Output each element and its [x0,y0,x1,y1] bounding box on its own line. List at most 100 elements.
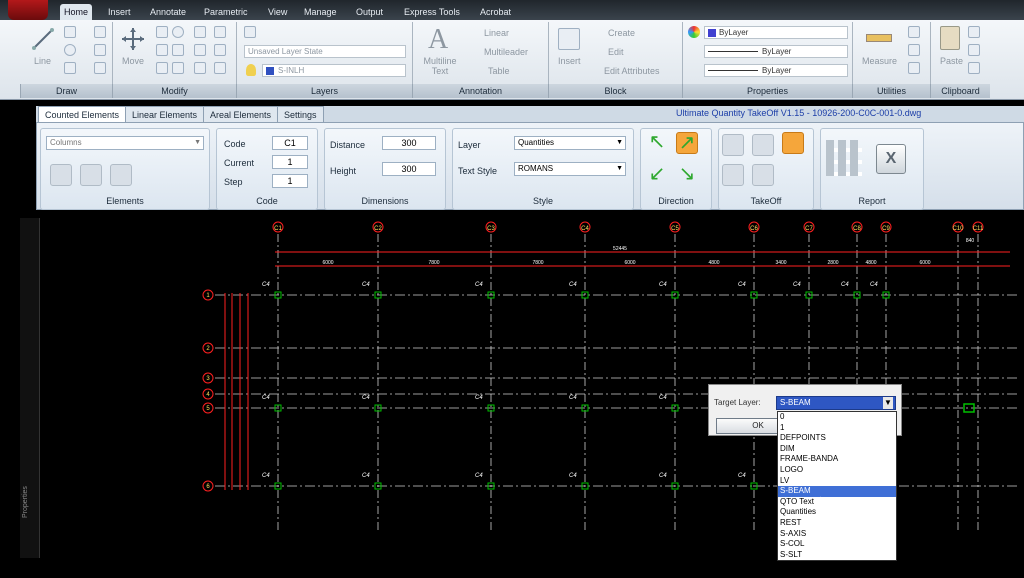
pick-icon[interactable] [722,134,744,156]
pencil-icon[interactable] [752,164,774,186]
properties-palette-bar[interactable]: Properties [20,218,40,558]
tab-home[interactable]: Home [60,4,93,20]
current-input[interactable]: 1 [272,155,308,169]
circle-icon[interactable] [64,44,76,56]
height-input[interactable]: 300 [382,162,436,176]
current-layer-select[interactable]: S-INLH [262,64,406,77]
id-point-icon[interactable] [908,44,920,56]
edit-block-label[interactable]: Edit [608,47,624,57]
insert-block-icon[interactable] [558,28,580,50]
panel-layers[interactable]: Layers [236,84,412,98]
panel-utilities[interactable]: Utilities [852,84,930,98]
tab-areal-elements[interactable]: Areal Elements [203,106,279,122]
copy-element-icon[interactable] [110,164,132,186]
layer-option[interactable]: S-BEAM [778,486,896,497]
cut-icon[interactable] [968,26,980,38]
layer-option[interactable]: FRAME-BANDA [778,454,896,465]
move-tool[interactable] [120,26,146,52]
layer-option[interactable]: LV [778,476,896,487]
layer-properties-icon[interactable] [244,26,256,38]
target-layer-select[interactable]: S-BEAM ▼ [776,396,896,410]
panel-clipboard[interactable]: Clipboard [930,84,990,98]
layer-option[interactable]: DIM [778,444,896,455]
panel-properties[interactable]: Properties [682,84,852,98]
tab-view[interactable]: View [264,4,291,20]
layer-option[interactable]: S-SLT [778,550,896,560]
measure-icon[interactable] [866,34,892,42]
rectangle-icon[interactable] [94,26,106,38]
panel-block[interactable]: Block [548,84,682,98]
layer-select[interactable]: Quantities ▼ [514,136,626,150]
scale-icon[interactable] [172,62,184,74]
explode-icon[interactable] [194,44,206,56]
fillet-icon[interactable] [172,44,184,56]
rotate-icon[interactable] [172,26,184,38]
tab-insert[interactable]: Insert [104,4,135,20]
arrow-down-left-icon[interactable]: ↙ [646,164,668,186]
tab-parametric[interactable]: Parametric [200,4,252,20]
layer-state-select[interactable]: Unsaved Layer State [244,45,406,58]
layer-option[interactable]: LOGO [778,465,896,476]
layer-option[interactable]: 1 [778,423,896,434]
code-input[interactable]: C1 [272,136,308,150]
trim-icon[interactable] [194,26,206,38]
erase-icon[interactable] [214,44,226,56]
step-input[interactable]: 1 [272,174,308,188]
linear-dim-label[interactable]: Linear [484,28,509,38]
mirror-icon[interactable] [156,44,168,56]
tab-settings[interactable]: Settings [277,106,324,122]
element-type-select[interactable]: Columns ▼ [46,136,204,150]
layer-option[interactable]: Quantities [778,507,896,518]
edit-element-icon[interactable] [80,164,102,186]
match-prop-clip-icon[interactable] [968,62,980,74]
paste-icon[interactable] [940,26,960,50]
tab-linear-elements[interactable]: Linear Elements [125,106,205,122]
tab-express-tools[interactable]: Express Tools [400,4,464,20]
tab-counted-elements[interactable]: Counted Elements [38,106,127,122]
new-element-icon[interactable] [50,164,72,186]
report-grid-icon[interactable] [826,140,862,176]
multileader-label[interactable]: Multileader [484,47,528,57]
select-all-icon[interactable] [722,164,744,186]
quick-calc-icon[interactable] [908,62,920,74]
layer-option[interactable]: REST [778,518,896,529]
layer-option[interactable]: DEFPOINTS [778,433,896,444]
lineweight-select[interactable]: ByLayer [704,64,848,77]
layer-option[interactable]: S-COL [778,539,896,550]
color-select[interactable]: ByLayer [704,26,848,39]
copy-icon[interactable] [156,26,168,38]
layer-option[interactable]: QTO Text [778,497,896,508]
excel-icon[interactable]: X [876,144,906,174]
region-icon[interactable] [94,62,106,74]
polyline-icon[interactable] [64,26,76,38]
panel-modify[interactable]: Modify [112,84,236,98]
layer-option[interactable]: S-AXIS [778,529,896,540]
panel-draw[interactable]: Draw [20,84,112,98]
tab-annotate[interactable]: Annotate [146,4,190,20]
arc-icon[interactable] [64,62,76,74]
create-block-label[interactable]: Create [608,28,635,38]
chevron-down-icon[interactable]: ▼ [883,397,893,409]
arrow-down-right-icon[interactable]: ↘ [676,164,698,186]
stretch-icon[interactable] [156,62,168,74]
join-icon[interactable] [214,62,226,74]
array-icon[interactable] [194,62,206,74]
takeoff-run-icon[interactable] [782,132,804,154]
tab-output[interactable]: Output [352,4,387,20]
window-select-icon[interactable] [752,134,774,156]
hatch-icon[interactable] [94,44,106,56]
tab-acrobat[interactable]: Acrobat [476,4,515,20]
table-label[interactable]: Table [488,66,510,76]
linetype-select[interactable]: ByLayer [704,45,848,58]
line-tool[interactable] [30,26,56,52]
application-menu-button[interactable] [8,0,48,20]
edit-attributes-label[interactable]: Edit Attributes [604,66,660,76]
distance-input[interactable]: 300 [382,136,436,150]
panel-annotation[interactable]: Annotation [412,84,548,98]
tab-manage[interactable]: Manage [300,4,341,20]
multiline-text-icon[interactable]: A [428,24,448,56]
textstyle-select[interactable]: ROMANS ▼ [514,162,626,176]
match-properties-icon[interactable] [688,26,700,38]
layer-option[interactable]: 0 [778,412,896,423]
arrow-up-left-icon[interactable]: ↖ [646,132,668,154]
